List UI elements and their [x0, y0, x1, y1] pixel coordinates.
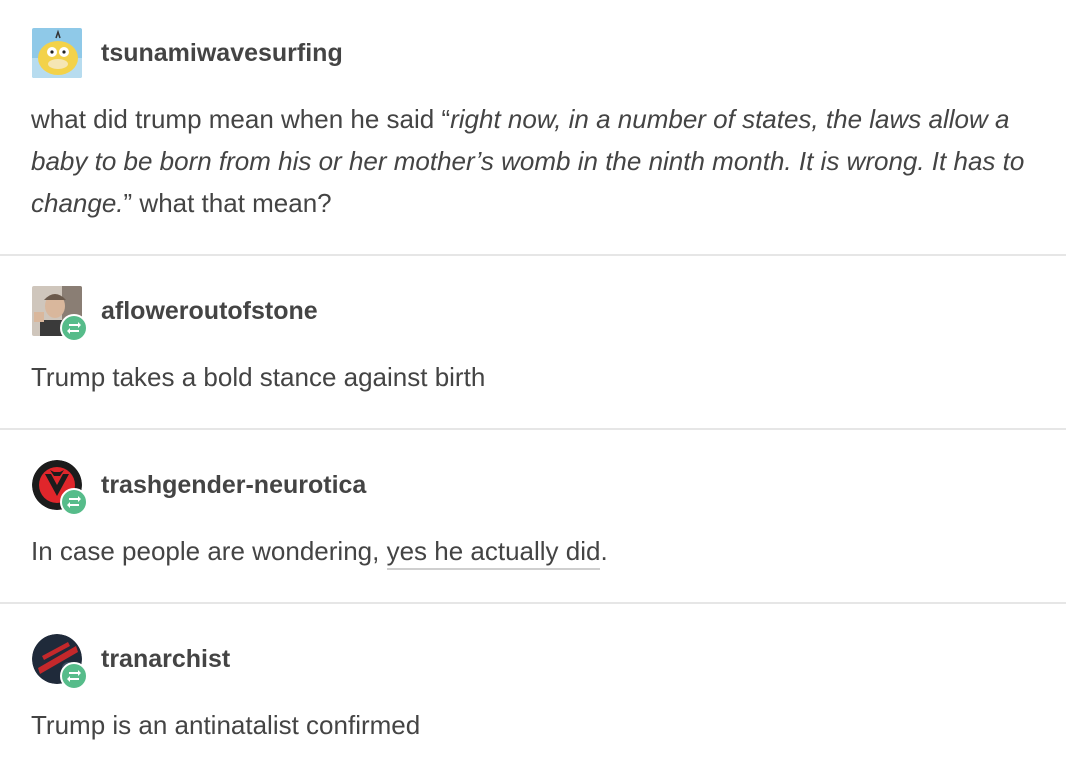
- post-body: In case people are wondering, yes he act…: [31, 530, 1031, 572]
- post-body: what did trump mean when he said “right …: [31, 98, 1031, 224]
- post-trashgender-neurotica: trashgender-neurotica In case people are…: [0, 430, 1066, 602]
- post-username[interactable]: afloweroutofstone: [101, 296, 318, 326]
- avatar-wrap[interactable]: [32, 460, 88, 516]
- reblog-icon: [60, 488, 88, 516]
- post-text-before: In case people are wondering,: [31, 536, 387, 566]
- post-text-before: what did trump mean when he said “: [31, 104, 451, 134]
- post-text-after: ” what that mean?: [123, 188, 332, 218]
- avatar-wrap[interactable]: [32, 286, 88, 342]
- post-username[interactable]: tranarchist: [101, 644, 230, 674]
- post-username[interactable]: tsunamiwavesurfing: [101, 38, 343, 68]
- reblog-icon: [60, 662, 88, 690]
- post-username[interactable]: trashgender-neurotica: [101, 470, 366, 500]
- psyduck-avatar[interactable]: [32, 28, 82, 78]
- post-afloweroutofstone: afloweroutofstone Trump takes a bold sta…: [0, 256, 1066, 428]
- avatar-wrap[interactable]: [32, 634, 88, 690]
- post-body: Trump is an antinatalist confirmed: [31, 710, 421, 740]
- post-text-after: .: [600, 536, 608, 566]
- post-body: Trump takes a bold stance against birth: [31, 362, 486, 392]
- post-tsunamiwavesurfing: tsunamiwavesurfing what did trump mean w…: [0, 0, 1066, 255]
- post-tranarchist: tranarchist Trump is an antinatalist con…: [0, 604, 1066, 770]
- avatar-wrap[interactable]: [32, 28, 82, 78]
- post-link[interactable]: yes he actually did: [386, 536, 601, 570]
- reblog-icon: [60, 314, 88, 342]
